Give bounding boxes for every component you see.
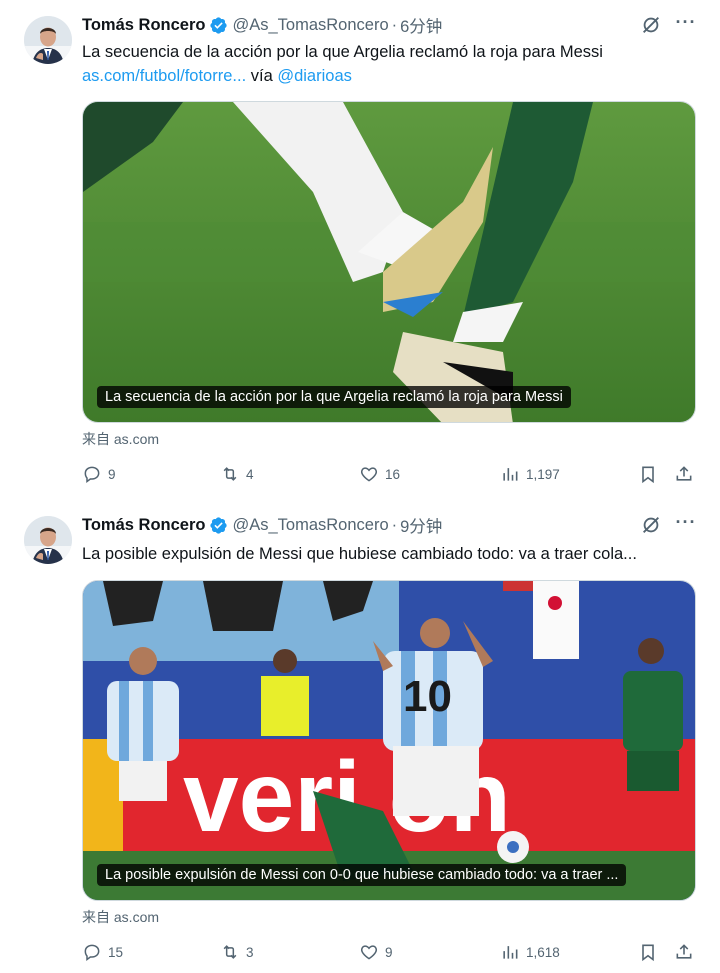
share-button[interactable] <box>674 462 700 486</box>
author-name[interactable]: Tomás Roncero <box>82 516 205 535</box>
views-count: 1,197 <box>526 466 560 482</box>
repost-count: 3 <box>246 944 254 960</box>
tweet-text: La secuencia de la acción por la que Arg… <box>82 43 603 61</box>
via-label: vía <box>246 67 278 85</box>
share-icon <box>676 466 692 481</box>
tweet[interactable]: Tomás Roncero @As_TomasRoncero · 6分钟 ···… <box>6 0 714 500</box>
views-button[interactable]: 1,197 <box>500 462 560 486</box>
like-count: 9 <box>385 944 393 960</box>
mention-link[interactable]: @diarioas <box>277 67 352 85</box>
svg-text:10: 10 <box>403 672 452 721</box>
avatar[interactable] <box>24 16 72 64</box>
more-icon[interactable]: ··· <box>674 13 698 36</box>
bookmark-button[interactable] <box>638 940 664 964</box>
author-handle[interactable]: @As_TomasRoncero <box>232 516 388 535</box>
like-icon <box>360 945 378 960</box>
timestamp[interactable]: 9分钟 <box>400 513 442 537</box>
action-bar: 9 4 16 1,197 <box>82 462 700 486</box>
like-button[interactable]: 9 <box>359 940 393 964</box>
reply-count: 15 <box>108 944 124 960</box>
more-icon[interactable]: ··· <box>674 513 698 536</box>
action-bar: 15 3 9 1,618 <box>82 940 700 964</box>
verified-badge-icon[interactable] <box>209 16 228 35</box>
repost-button[interactable]: 4 <box>220 462 254 486</box>
reply-button[interactable]: 15 <box>82 940 123 964</box>
bookmark-icon <box>642 944 654 962</box>
repost-icon <box>223 945 237 959</box>
views-icon <box>503 468 518 481</box>
media-image: veri on 10 <box>83 581 695 900</box>
article-link[interactable]: as.com/futbol/fotorre... <box>82 67 246 85</box>
media-image <box>83 102 695 422</box>
timestamp[interactable]: 6分钟 <box>400 13 442 37</box>
grok-icon[interactable] <box>640 14 662 36</box>
bookmark-icon <box>642 466 654 484</box>
share-button[interactable] <box>674 940 700 964</box>
verified-badge-icon[interactable] <box>209 516 228 535</box>
repost-button[interactable]: 3 <box>220 940 254 964</box>
media-caption: La posible expulsión de Messi con 0-0 qu… <box>97 864 627 886</box>
share-icon <box>676 944 692 959</box>
tweet[interactable]: Tomás Roncero @As_TomasRoncero · 9分钟 ···… <box>6 500 714 973</box>
separator-dot: · <box>391 515 398 534</box>
reply-icon <box>84 944 100 961</box>
reply-icon <box>84 466 100 483</box>
views-icon <box>503 946 518 959</box>
repost-icon <box>223 467 237 481</box>
views-button[interactable]: 1,618 <box>500 940 560 964</box>
avatar[interactable] <box>24 516 72 564</box>
repost-count: 4 <box>246 466 254 482</box>
reply-button[interactable]: 9 <box>82 462 116 486</box>
author-name[interactable]: Tomás Roncero <box>82 16 205 35</box>
card-source[interactable]: 来自 as.com <box>82 429 159 449</box>
author-handle[interactable]: @As_TomasRoncero <box>232 16 388 35</box>
tweet-header: Tomás Roncero @As_TomasRoncero · 9分钟 ··· <box>82 513 702 537</box>
bookmark-button[interactable] <box>638 462 664 486</box>
tweet-text-links: as.com/futbol/fotorre... vía @diarioas <box>82 64 698 88</box>
grok-icon[interactable] <box>640 514 662 536</box>
reply-count: 9 <box>108 466 116 482</box>
separator-dot: · <box>391 15 398 34</box>
like-icon <box>360 467 378 482</box>
media-caption: La secuencia de la acción por la que Arg… <box>97 386 571 408</box>
like-count: 16 <box>385 466 401 482</box>
tweet-header: Tomás Roncero @As_TomasRoncero · 6分钟 ··· <box>82 13 702 37</box>
tweet-text: La posible expulsión de Messi que hubies… <box>82 545 637 563</box>
tweet-media[interactable]: veri on 10 La posible expulsión de Messi… <box>82 580 696 901</box>
like-button[interactable]: 16 <box>359 462 400 486</box>
card-source[interactable]: 来自 as.com <box>82 907 159 927</box>
views-count: 1,618 <box>526 944 560 960</box>
tweet-media[interactable]: La secuencia de la acción por la que Arg… <box>82 101 696 423</box>
